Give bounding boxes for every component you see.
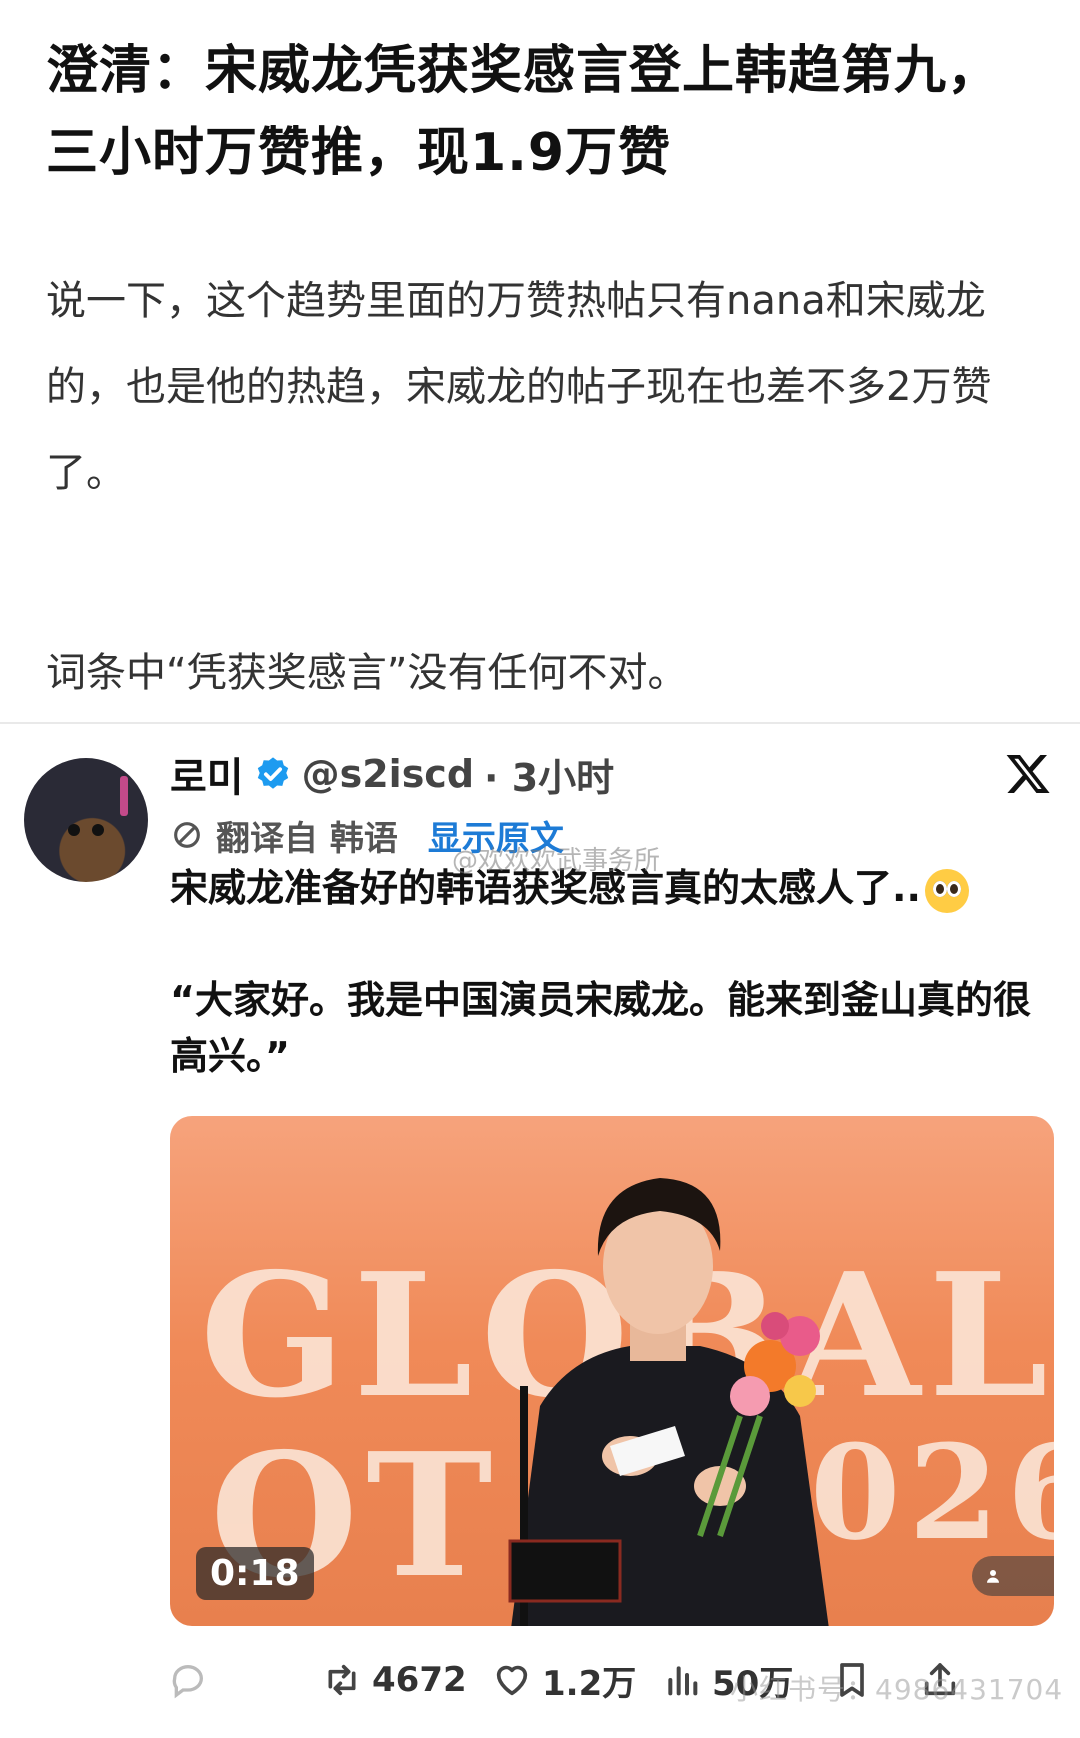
xiaohongshu-watermark: 小红书号：4986431704 — [730, 1673, 1064, 1706]
tweet-text: 宋威龙准备好的韩语获奖感言真的太感人了.. “大家好。我是中国演员宋威龙。能来到… — [170, 860, 1050, 1084]
retweet-button[interactable]: 4672 — [322, 1660, 467, 1700]
article: 澄清：宋威龙凭获奖感言登上韩趋第九，三小时万赞推，现1.9万赞 说一下，这个趋势… — [46, 30, 1036, 696]
retweet-icon — [328, 1664, 356, 1696]
reply-button[interactable] — [168, 1660, 208, 1700]
article-paragraph-2: 词条中“凭获奖感言”没有任何不对。 — [46, 650, 688, 696]
avatar-eye-right — [92, 824, 104, 836]
heart-icon — [496, 1665, 528, 1696]
reply-icon — [172, 1665, 203, 1699]
article-title: 澄清：宋威龙凭获奖感言登上韩趋第九，三小时万赞推，现1.9万赞 — [46, 41, 1001, 183]
post-time: · 3小时 — [484, 755, 615, 800]
translated-from-label: 翻译自 韩语 — [216, 818, 398, 859]
pleading-face-emoji-icon — [924, 868, 969, 913]
like-button[interactable]: 1.2万 — [492, 1656, 636, 1705]
video-frame-person — [508, 1178, 829, 1626]
tweet-header: 로미 @s2iscd · 3小时 — [170, 744, 614, 804]
display-name[interactable]: 로미 — [170, 745, 244, 803]
tweet-text-line-2: “大家好。我是中国演员宋威龙。能来到釜山真的很高兴。” — [170, 978, 1031, 1078]
retweet-count: 4672 — [372, 1660, 467, 1700]
video-duration: 0:18 — [196, 1547, 314, 1600]
avatar-tower-shape — [120, 776, 128, 816]
like-count: 1.2万 — [542, 1663, 637, 1704]
translate-icon — [174, 822, 200, 848]
article-paragraph-1: 说一下，这个趋势里面的万赞热帖只有nana和宋威龙的，也是他的热趋，宋威龙的帖子… — [46, 278, 992, 496]
verified-badge-icon — [257, 757, 288, 789]
views-chart-icon — [668, 1666, 698, 1696]
avatar-eye-left — [68, 824, 80, 836]
video-player[interactable]: GLOBAL OT 026 — [170, 1116, 1054, 1626]
viewer-badge — [972, 1556, 1054, 1596]
user-handle[interactable]: @s2iscd — [302, 752, 474, 796]
weibo-watermark: @欢欢欢武事务所 — [452, 846, 661, 876]
person-icon — [987, 1570, 999, 1583]
x-logo-icon[interactable] — [1004, 750, 1052, 798]
avatar[interactable] — [24, 758, 148, 882]
